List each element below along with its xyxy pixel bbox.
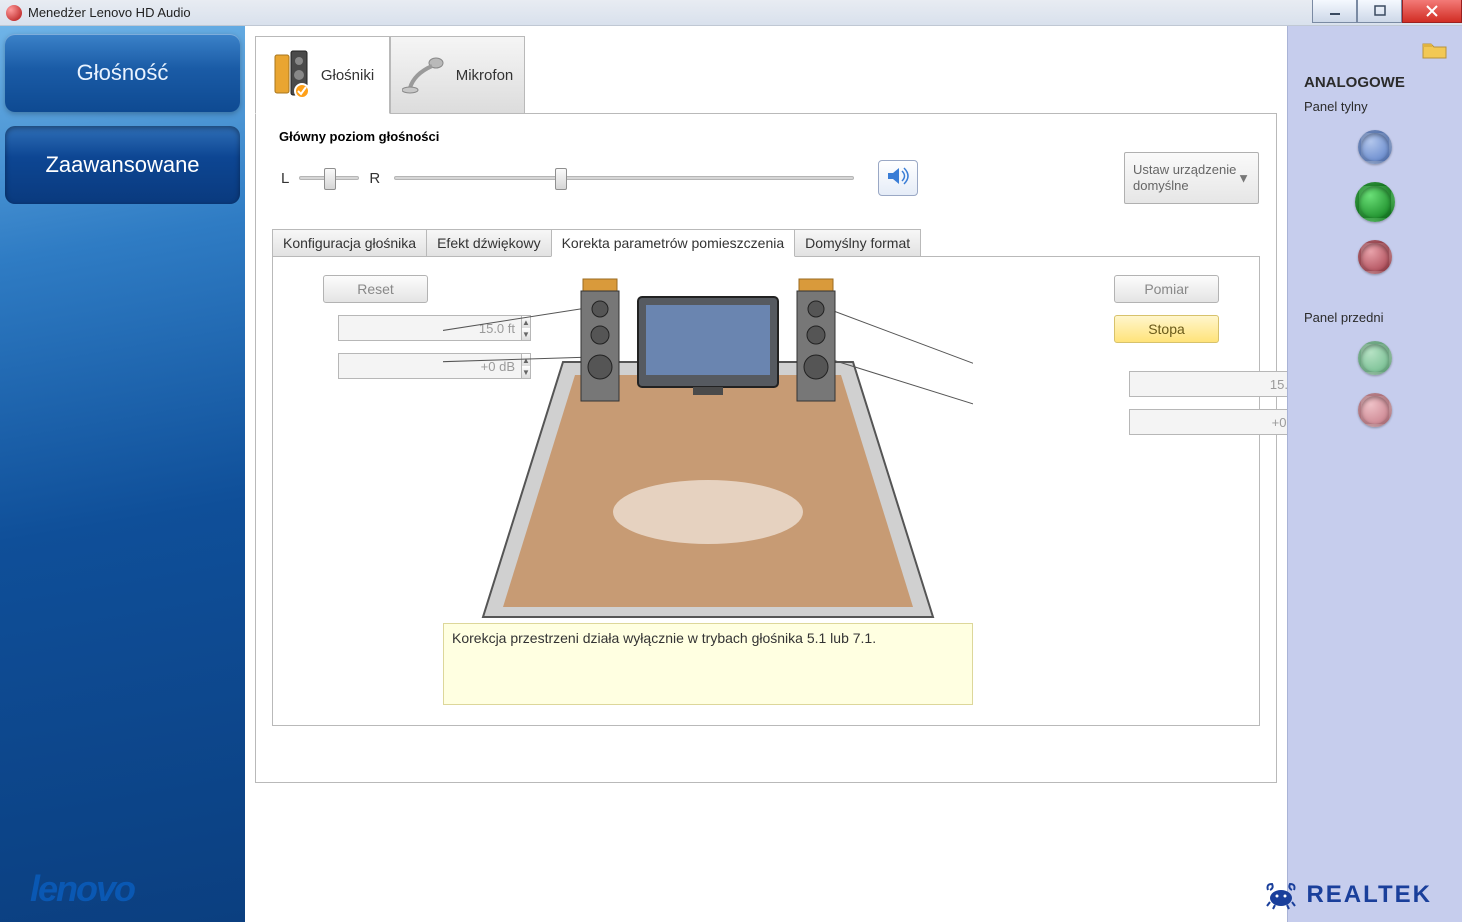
close-button[interactable] xyxy=(1402,0,1462,23)
subtab-speaker-config[interactable]: Konfiguracja głośnika xyxy=(272,229,427,257)
jack-front-pink[interactable] xyxy=(1358,393,1392,427)
subtab-sound-effect[interactable]: Efekt dźwiękowy xyxy=(426,229,551,257)
tab-microphone[interactable]: Mikrofon xyxy=(390,36,525,114)
sidebar-item-volume[interactable]: Głośność xyxy=(5,34,240,112)
room-illustration xyxy=(443,267,973,637)
unit-toggle-button[interactable]: Stopa xyxy=(1114,315,1219,343)
sidebar-item-label: Głośność xyxy=(77,60,169,86)
lenovo-logo: lenovo xyxy=(30,868,134,910)
gain-left-field[interactable]: ▲▼ xyxy=(338,353,428,379)
jack-rear-blue[interactable] xyxy=(1358,130,1392,164)
room-correction-info: Korekcja przestrzeni działa wyłącznie w … xyxy=(443,623,973,705)
main-volume-label: Główny poziom głośności xyxy=(273,129,1259,144)
chevron-down-icon: ▼ xyxy=(1237,171,1250,186)
subtab-default-format[interactable]: Domyślny format xyxy=(794,229,921,257)
distance-left-field[interactable]: ▲▼ xyxy=(338,315,428,341)
distance-right-field[interactable]: ▲▼ xyxy=(1129,371,1219,397)
maximize-button[interactable] xyxy=(1357,0,1402,23)
gain-right-field[interactable]: ▲▼ xyxy=(1129,409,1219,435)
device-panel: Główny poziom głośności L R xyxy=(255,113,1277,783)
speaker-icon xyxy=(886,165,910,192)
jack-rear-pink[interactable] xyxy=(1358,240,1392,274)
front-panel-label: Panel przedni xyxy=(1288,292,1462,331)
rear-panel-label: Panel tylny xyxy=(1288,95,1462,120)
tab-label: Mikrofon xyxy=(456,67,514,84)
main-panel: Głośniki Mikrofon Główny poziom głośnośc… xyxy=(245,26,1287,922)
sidebar-item-label: Zaawansowane xyxy=(45,152,199,178)
title-bar: Menedżer Lenovo HD Audio xyxy=(0,0,1462,26)
app-icon xyxy=(6,5,22,21)
folder-icon[interactable] xyxy=(1422,40,1448,65)
realtek-logo: REALTEK xyxy=(1264,880,1432,910)
tab-label: Głośniki xyxy=(321,67,374,84)
microphone-icon xyxy=(402,54,448,97)
balance-slider[interactable] xyxy=(299,176,359,180)
mute-button[interactable] xyxy=(878,160,918,196)
tab-speakers[interactable]: Głośniki xyxy=(255,36,390,114)
reset-button[interactable]: Reset xyxy=(323,275,428,303)
window-title: Menedżer Lenovo HD Audio xyxy=(28,5,191,20)
connector-panel: ANALOGOWE Panel tylny Panel przedni xyxy=(1287,26,1462,922)
minimize-button[interactable] xyxy=(1312,0,1357,23)
room-correction-panel: Reset ▲▼ ▲▼ Pomiar Stopa xyxy=(272,256,1260,726)
jack-rear-green[interactable] xyxy=(1355,182,1395,222)
measure-button[interactable]: Pomiar xyxy=(1114,275,1219,303)
balance-right-label: R xyxy=(369,170,380,187)
sidebar: Głośność Zaawansowane xyxy=(0,26,245,922)
speakers-icon xyxy=(271,49,313,102)
main-volume-slider[interactable] xyxy=(394,176,854,180)
realtek-crab-icon xyxy=(1264,880,1298,910)
set-default-device-dropdown[interactable]: Ustaw urządzenie domyślne ▼ xyxy=(1124,152,1259,204)
jack-front-green[interactable] xyxy=(1358,341,1392,375)
sidebar-item-advanced[interactable]: Zaawansowane xyxy=(5,126,240,204)
footer: lenovo REALTEK xyxy=(30,868,1432,910)
set-default-label: Ustaw urządzenie domyślne xyxy=(1133,162,1250,193)
balance-left-label: L xyxy=(281,170,289,187)
subtab-room-correction[interactable]: Korekta parametrów pomieszczenia xyxy=(551,229,796,257)
